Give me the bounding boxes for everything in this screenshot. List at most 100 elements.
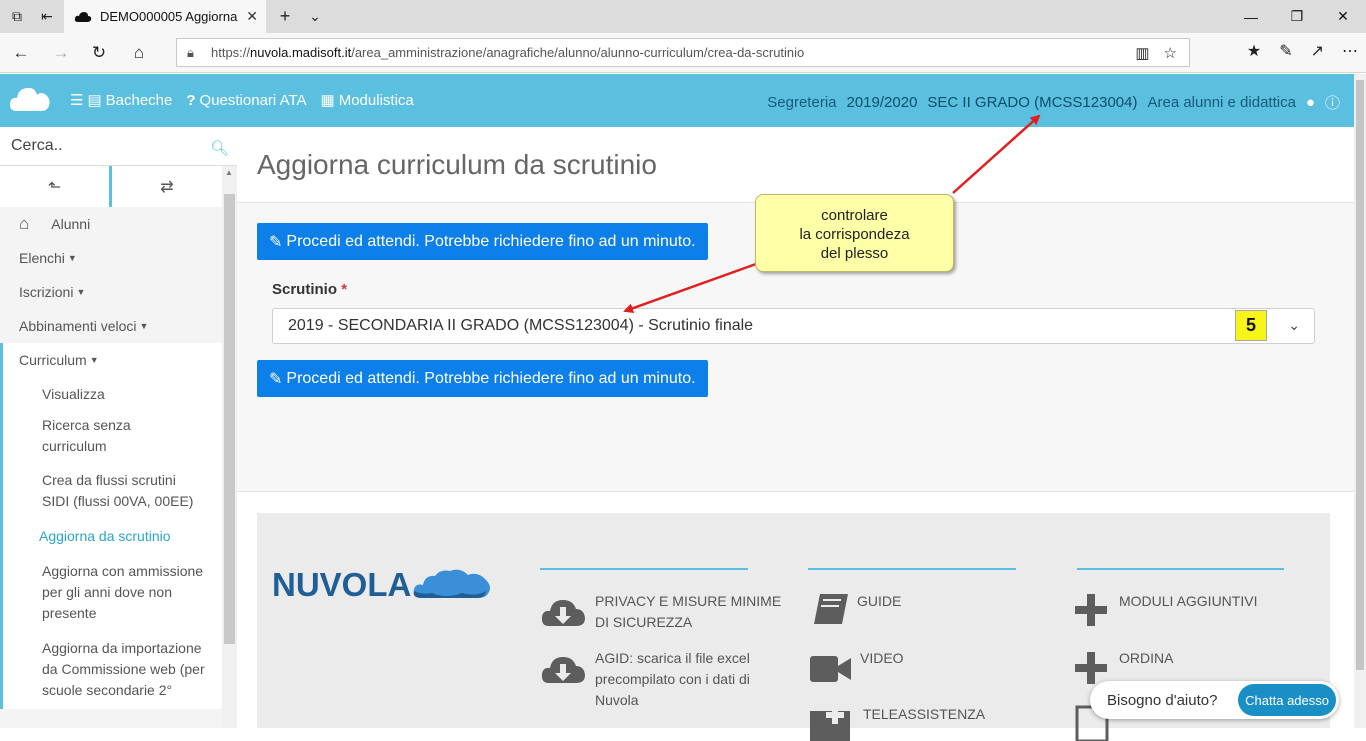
window-close-icon[interactable]: ✕	[1320, 0, 1366, 33]
more-icon[interactable]: ⋯	[1342, 41, 1358, 61]
help-icon[interactable]: ⓘ	[1325, 92, 1340, 113]
nav-questionari[interactable]: ? Questionari ATA	[186, 91, 306, 109]
sidebar-subitem-label: Aggiorna con ammissione per gli anni dov…	[42, 563, 204, 621]
browser-tab-strip: ⧉ ⇤ DEMO000005 Aggiorna ✕ + ⌄ — ❐ ✕	[0, 0, 1366, 33]
tab-actions-icon[interactable]: ⧉	[6, 6, 28, 26]
sidebar-item-curriculum[interactable]: Curriculum ▼	[3, 343, 222, 377]
sidebar-subitem-ricerca[interactable]: Ricerca senza curriculum	[3, 411, 222, 465]
proceed-button-top[interactable]: ✎ Procedi ed attendi. Potrebbe richieder…	[257, 223, 708, 260]
ambulance-icon	[810, 706, 850, 741]
nuvola-wordmark-icon: NUVOLA	[272, 566, 490, 603]
sidebar-item-abbinamenti[interactable]: Abbinamenti veloci ▼	[0, 309, 222, 343]
user-icon[interactable]: ●	[1306, 94, 1315, 111]
proceed-button-bottom[interactable]: ✎ Procedi ed attendi. Potrebbe richieder…	[257, 360, 708, 397]
scrutinio-label: Scrutinio *	[272, 281, 347, 298]
sidebar-item-elenchi[interactable]: Elenchi ▼	[0, 241, 222, 275]
url-path: /area_amministrazione/anagrafiche/alunno…	[351, 45, 805, 60]
nuvola-footer-logo[interactable]: NUVOLA	[272, 555, 494, 610]
area-selector[interactable]: Area alunni e didattica	[1147, 94, 1295, 111]
sidebar-subitem-aggiorna-importazione[interactable]: Aggiorna da importazione da Commissione …	[3, 632, 222, 709]
search-icon[interactable]: 🔍︎	[210, 139, 229, 157]
sidebar-tab-menu[interactable]: ⬑	[0, 166, 112, 207]
footer-link-moduli[interactable]: MODULI AGGIUNTIVI	[1119, 591, 1257, 612]
callout-line: del plesso	[820, 245, 889, 262]
sidebar-item-iscrizioni[interactable]: Iscrizioni ▼	[0, 275, 222, 309]
nuvola-cloud-logo-icon[interactable]	[8, 81, 52, 117]
sidebar-scrollbar[interactable]: ▲	[222, 166, 237, 728]
step-number-badge: 5	[1235, 310, 1267, 341]
footer-link-video[interactable]: VIDEO	[860, 648, 904, 669]
address-bar[interactable]: 🔒︎ https://nuvola.madisoft.it/area_ammin…	[176, 38, 1190, 67]
reading-view-icon[interactable]: ▥	[1135, 44, 1149, 62]
url-prefix: https://	[211, 45, 251, 60]
sidebar-subitem-label: Visualizza	[42, 385, 105, 402]
refresh-icon[interactable]: ↻	[86, 41, 112, 65]
plus-icon	[1075, 594, 1107, 626]
footer-col-divider	[808, 568, 1016, 570]
chat-widget[interactable]: Bisogno d'aiuto? Chatta adesso	[1090, 681, 1339, 719]
sidebar-tab-recent[interactable]: ⇄	[112, 166, 222, 207]
page-title: Aggiorna curriculum da scrutinio	[257, 149, 657, 180]
sidebar-search-input[interactable]: Cerca.. 🔍︎	[0, 127, 237, 166]
retweet-icon: ⇄	[160, 178, 174, 196]
sidebar-item-alunni[interactable]: ⌂ Alunni	[0, 207, 222, 241]
question-icon: ?	[186, 91, 196, 109]
cloud-download-icon	[541, 600, 585, 626]
nuvola-logo-text: NUVOLA	[272, 566, 411, 603]
nav-modulistica[interactable]: ▦ Modulistica	[320, 91, 414, 110]
footer-link-agid[interactable]: AGID: scarica il file excel precompilato…	[595, 648, 775, 711]
restore-icon[interactable]: ❐	[1274, 0, 1320, 33]
sidebar-scroll-thumb[interactable]	[224, 194, 235, 644]
sidebar-subitem-label: Ricerca senza curriculum	[42, 417, 131, 454]
new-tab-icon[interactable]: +	[274, 6, 296, 26]
school-selector[interactable]: SEC II GRADO (MCSS123004)	[927, 94, 1137, 111]
footer-link-guide[interactable]: GUIDE	[857, 591, 901, 612]
scroll-up-arrow-icon[interactable]: ▲	[225, 168, 233, 177]
favorites-list-icon[interactable]: ★	[1247, 41, 1261, 61]
tab-list-chevron-icon[interactable]: ⌄	[304, 6, 326, 26]
browser-tab[interactable]: DEMO000005 Aggiorna ✕	[64, 0, 266, 33]
footer-link-ordina[interactable]: ORDINA	[1119, 648, 1173, 669]
role-selector[interactable]: Segreteria	[767, 94, 836, 111]
sidebar-subitem-crea-flussi[interactable]: Crea da flussi scrutini SIDI (flussi 00V…	[3, 465, 222, 520]
scrutinio-select[interactable]: 2019 - SECONDARIA II GRADO (MCSS123004) …	[272, 308, 1315, 344]
app-header: ☰ ▤ Bacheche ? Questionari ATA ▦ Modulis…	[0, 74, 1354, 127]
back-icon[interactable]: ←	[8, 41, 34, 65]
sidebar-item-label: Abbinamenti veloci	[19, 318, 137, 334]
footer-link-teleassistenza[interactable]: TELEASSISTENZA	[863, 704, 985, 725]
minimize-icon[interactable]: —	[1228, 0, 1274, 33]
year-selector[interactable]: 2019/2020	[847, 94, 918, 111]
required-mark: *	[341, 281, 348, 298]
page-scrollbar[interactable]	[1354, 74, 1366, 728]
nav-bacheche[interactable]: ☰ ▤ Bacheche	[70, 91, 172, 110]
sidebar-subitem-aggiorna-scrutinio[interactable]: Aggiorna da scrutinio	[3, 520, 222, 555]
share-icon[interactable]: ↗	[1311, 41, 1324, 61]
set-tabs-aside-icon[interactable]: ⇤	[36, 6, 58, 26]
sidebar-item-label: Elenchi	[19, 250, 65, 266]
clipboard-icon: ▦	[320, 92, 335, 109]
forward-icon[interactable]: →	[48, 41, 74, 65]
level-up-icon: ⬑	[47, 178, 62, 196]
footer-link-privacy[interactable]: PRIVACY E MISURE MINIME DI SICUREZZA	[595, 591, 795, 633]
sidebar: Cerca.. 🔍︎ ⬑ ⇄ ⌂ Alunni Elenchi ▼ Iscrizio…	[0, 127, 237, 728]
sidebar-subitem-aggiorna-ammissione[interactable]: Aggiorna con ammissione per gli anni dov…	[3, 555, 222, 632]
favorite-star-icon[interactable]: ☆	[1164, 44, 1177, 62]
pen-icon[interactable]: ✎	[1279, 41, 1292, 61]
close-tab-icon[interactable]: ✕	[246, 8, 258, 25]
annotation-callout: controlare la corrispondeza del plesso	[755, 194, 954, 272]
caret-down-icon: ▼	[89, 355, 99, 365]
home-icon[interactable]: ⌂	[126, 41, 152, 65]
browser-toolbar: ← → ↻ ⌂ 🔒︎ https://nuvola.madisoft.it/ar…	[0, 33, 1366, 73]
proceed-button-label: Procedi ed attendi. Potrebbe richiedere …	[286, 369, 696, 387]
sidebar-item-label: Iscrizioni	[19, 284, 74, 300]
scrutinio-label-text: Scrutinio	[272, 281, 338, 298]
cloud-download-icon	[541, 657, 585, 683]
board-icon: ▤	[87, 92, 102, 109]
page-scroll-thumb[interactable]	[1356, 80, 1364, 670]
proceed-button-label: Procedi ed attendi. Potrebbe richiedere …	[286, 232, 696, 250]
sidebar-tabs: ⬑ ⇄	[0, 166, 237, 207]
caret-down-icon: ▼	[139, 321, 149, 331]
chat-now-button[interactable]: Chatta adesso	[1238, 684, 1336, 716]
footer-col-divider	[540, 568, 748, 570]
sidebar-subitem-visualizza[interactable]: Visualizza	[3, 377, 222, 411]
